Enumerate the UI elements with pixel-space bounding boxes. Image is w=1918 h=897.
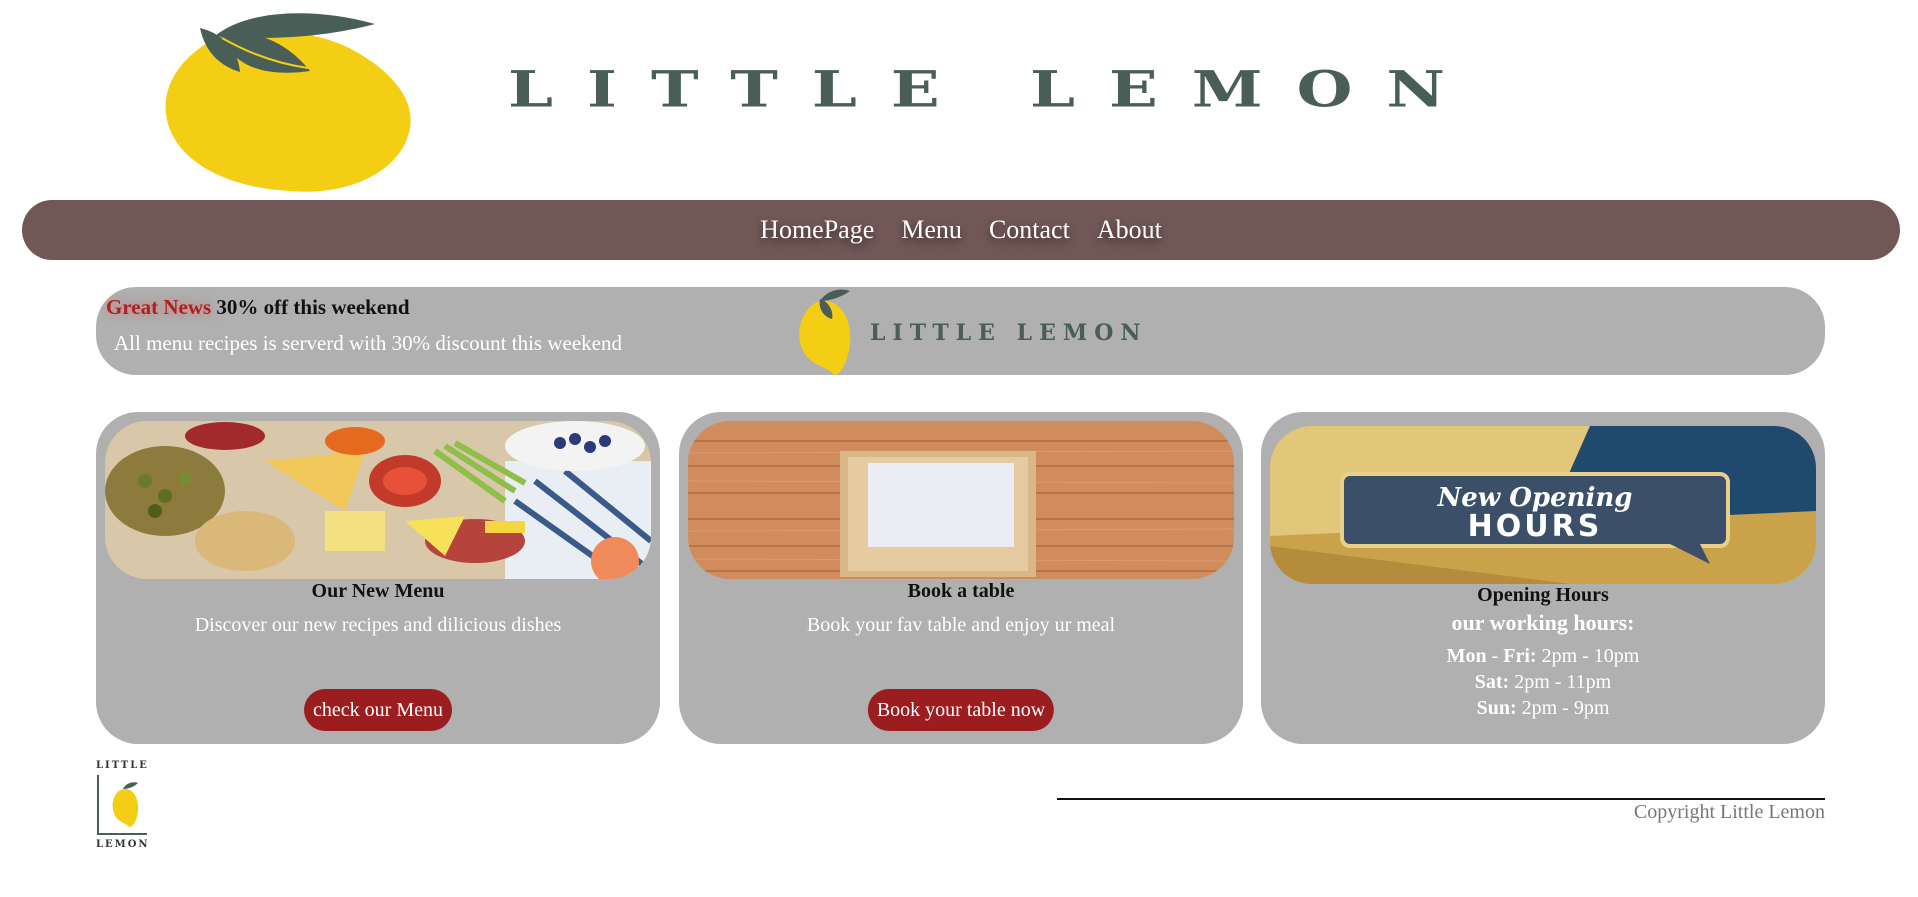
- wooden-table-frame-image: [688, 421, 1234, 579]
- card-title: Opening Hours: [1477, 584, 1609, 606]
- great-news-label: Great News: [106, 295, 212, 319]
- new-opening-hours-image: New Opening HOURS: [1270, 426, 1816, 584]
- lemon-icon: [796, 287, 856, 380]
- image-text-line2: HOURS: [1468, 509, 1603, 544]
- hours-time: 2pm - 9pm: [1516, 697, 1610, 719]
- card-text: Book your fav table and enjoy ur meal: [806, 614, 1116, 636]
- check-menu-button[interactable]: check our Menu: [304, 689, 452, 731]
- lemon-icon: [112, 782, 139, 827]
- nav-item-about[interactable]: About: [1097, 215, 1162, 245]
- banner-offer: 30% off this weekend: [211, 295, 410, 319]
- book-table-button[interactable]: Book your table now: [867, 689, 1055, 731]
- charcuterie-board-image: [105, 421, 651, 579]
- opening-hours-card: New Opening HOURS Opening Hours our work…: [1261, 412, 1825, 744]
- menu-card: Our New Menu Discover our new recipes an…: [96, 412, 660, 744]
- nav-item-contact[interactable]: Contact: [989, 215, 1070, 245]
- footer-logo: LITTLE LEMON: [96, 760, 148, 856]
- hours-subtitle: our working hours:: [1451, 610, 1635, 635]
- footer-logo-frame: [97, 775, 147, 835]
- hours-day: Sat:: [1474, 671, 1510, 693]
- card-text: Discover our new recipes and dilicious d…: [194, 614, 562, 636]
- banner-brand: LITTLE LEMON: [870, 320, 1148, 346]
- main-nav: HomePage Menu Contact About: [22, 200, 1900, 260]
- news-banner: Great News 30% off this weekend All menu…: [96, 287, 1825, 375]
- hours-row: Sat: 2pm - 11pm: [1261, 671, 1825, 694]
- banner-headline: Great News 30% off this weekend: [106, 295, 410, 320]
- banner-text: All menu recipes is serverd with 30% dis…: [114, 331, 622, 355]
- hours-separator: -: [1486, 645, 1504, 667]
- book-table-card: Book a table Book your fav table and enj…: [679, 412, 1243, 744]
- lemon-icon: [160, 6, 420, 201]
- nav-item-menu[interactable]: Menu: [901, 215, 962, 245]
- nav-item-homepage[interactable]: HomePage: [760, 215, 874, 245]
- hours-time: 2pm - 10pm: [1536, 645, 1640, 667]
- footer-divider: [1057, 798, 1825, 800]
- brand-title: LITTLE LEMON: [508, 60, 1479, 119]
- hours-day: Fri:: [1503, 645, 1537, 667]
- card-title: Book a table: [907, 580, 1015, 602]
- hours-day: Mon: [1446, 645, 1487, 667]
- hours-time: 2pm - 11pm: [1509, 671, 1612, 693]
- hours-row: Mon - Fri: 2pm - 10pm: [1261, 645, 1825, 668]
- site-header: LITTLE LEMON: [0, 0, 1918, 195]
- footer-logo-top: LITTLE: [96, 760, 149, 771]
- hours-day: Sun:: [1476, 697, 1517, 719]
- hours-row: Sun: 2pm - 9pm: [1261, 697, 1825, 720]
- card-title: Our New Menu: [311, 580, 445, 602]
- footer-logo-bottom: LEMON: [96, 839, 150, 850]
- copyright-text: Copyright Little Lemon: [1633, 801, 1825, 823]
